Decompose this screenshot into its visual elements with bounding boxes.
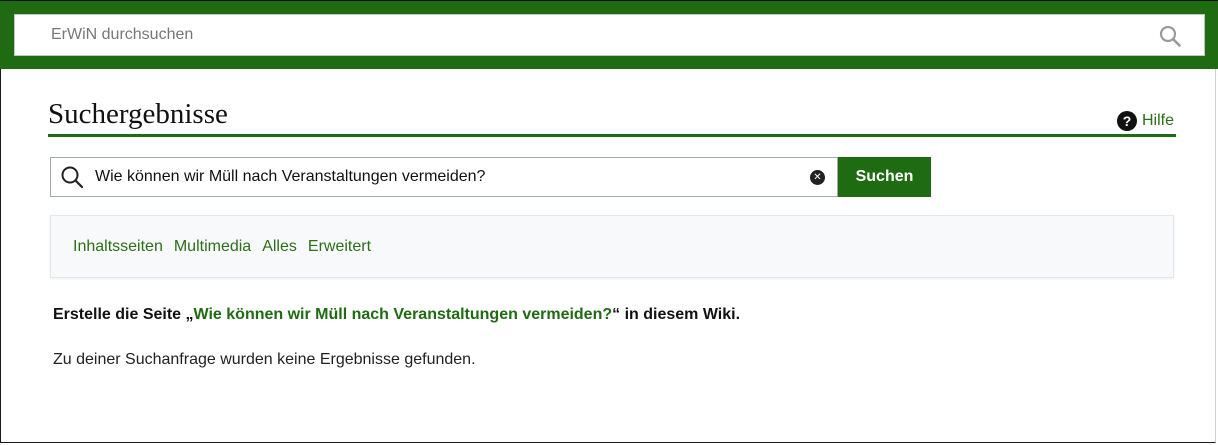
tab-all[interactable]: Alles [262, 238, 297, 256]
search-box: ✕ [50, 157, 838, 197]
create-suffix: “ in diesem Wiki. [612, 306, 741, 323]
search-icon[interactable] [1158, 24, 1182, 48]
clear-icon[interactable]: ✕ [810, 170, 825, 185]
title-row: Suchergebnisse ? Hilfe [48, 96, 1176, 137]
tab-advanced[interactable]: Erweitert [308, 238, 371, 256]
search-input[interactable] [95, 158, 795, 196]
create-page-link[interactable]: Wie können wir Müll nach Veranstaltungen… [194, 306, 613, 323]
top-header-bar [0, 0, 1218, 69]
no-results-message: Zu deiner Suchanfrage wurden keine Ergeb… [53, 351, 476, 368]
page-title: Suchergebnisse [48, 98, 228, 130]
search-icon [59, 164, 85, 190]
search-profile-tabs: Inhaltsseiten Multimedia Alles Erweitert [50, 215, 1174, 278]
help-link[interactable]: ? Hilfe [1116, 111, 1174, 131]
wiki-search-box [14, 14, 1205, 56]
create-page-notice: Erstelle die Seite „Wie können wir Müll … [53, 306, 740, 324]
wiki-search-input[interactable] [15, 15, 1135, 55]
help-label: Hilfe [1141, 112, 1174, 129]
tab-multimedia[interactable]: Multimedia [174, 238, 251, 256]
main-content: Suchergebnisse ? Hilfe ✕ Suchen Inhaltss… [48, 96, 1176, 368]
tab-content-pages[interactable]: Inhaltsseiten [73, 238, 163, 256]
create-prefix: Erstelle die Seite „ [53, 306, 194, 323]
question-circle-icon: ? [1116, 111, 1137, 131]
search-form: ✕ Suchen [50, 157, 935, 197]
search-button[interactable]: Suchen [838, 157, 931, 197]
